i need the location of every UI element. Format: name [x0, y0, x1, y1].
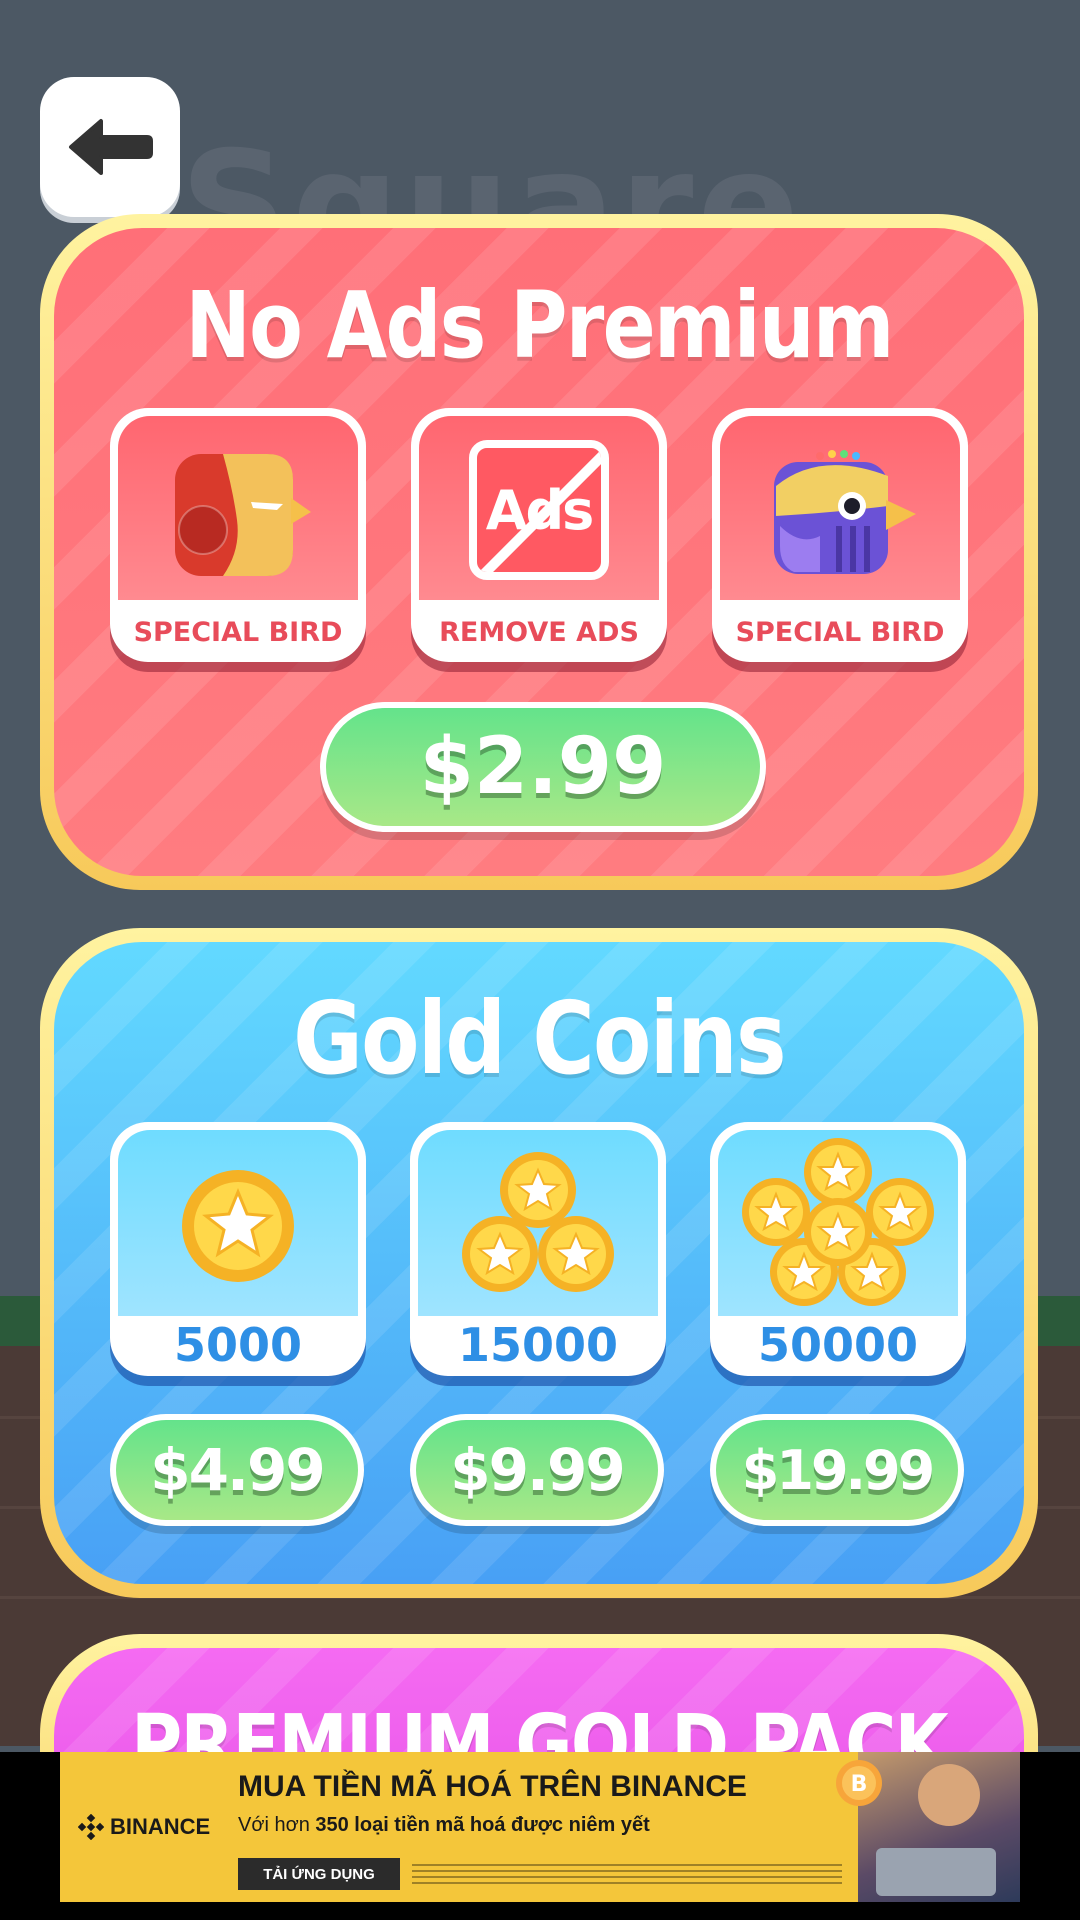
coin-pack-5000[interactable]: 5000 — [110, 1122, 366, 1376]
ad-subtext: Với hơn 350 loại tiền mã hoá được niêm y… — [238, 1814, 650, 1836]
ad-fine-print — [412, 1864, 842, 1884]
ad-photo: B — [836, 1752, 1020, 1902]
ad-banner[interactable]: BINANCE MUA TIỀN MÃ HOÁ TRÊN BINANCE Với… — [0, 1752, 1080, 1920]
coin-pack-amount-15000: 15000 — [457, 1318, 619, 1372]
binance-diamond-icon — [78, 1814, 104, 1840]
ad-headline: MUA TIỀN MÃ HOÁ TRÊN BINANCE — [238, 1770, 747, 1803]
binance-ad[interactable]: BINANCE MUA TIỀN MÃ HOÁ TRÊN BINANCE Với… — [60, 1752, 1020, 1902]
special-bird-card-1[interactable]: SPECIAL BIRD — [110, 408, 366, 662]
arrow-left-icon — [69, 119, 153, 175]
coin-pack-50000[interactable]: 50000 — [710, 1122, 966, 1376]
gold-coins-panel: Gold Coins 5000 15000 50000 $4.99 $9.99 … — [40, 928, 1038, 1598]
special-bird-card-2[interactable]: SPECIAL BIRD — [712, 408, 968, 662]
coin-pack-50000-price-button[interactable]: $19.99 — [710, 1414, 964, 1526]
no-ads-premium-title: No Ads Premium — [185, 272, 894, 379]
coin-pack-15000-price-button[interactable]: $9.99 — [410, 1414, 664, 1526]
armored-bird-icon — [175, 454, 311, 576]
three-coins-icon — [462, 1152, 614, 1292]
coin-pack-50000-price: $19.99 — [716, 1420, 958, 1520]
remove-ads-card[interactable]: Ads REMOVE ADS — [411, 408, 667, 662]
person-silhouette — [918, 1764, 980, 1826]
coin-pack-5000-price: $4.99 — [116, 1420, 358, 1520]
svg-text:B: B — [851, 1772, 868, 1797]
no-ads-icon: Ads — [469, 440, 609, 580]
binance-logo: BINANCE — [78, 1814, 210, 1840]
coin-pack-15000[interactable]: 15000 — [410, 1122, 666, 1376]
special-bird-label-1: SPECIAL BIRD — [133, 617, 343, 648]
coin-pack-amount-5000: 5000 — [173, 1318, 303, 1372]
coin-pack-amount-50000: 50000 — [757, 1318, 919, 1372]
no-ads-premium-panel: No Ads Premium SPECIAL BIRD Ads — [40, 214, 1038, 890]
single-coin-icon — [182, 1170, 294, 1282]
no-ads-price: $2.99 — [326, 708, 760, 826]
binance-brand: BINANCE — [110, 1814, 211, 1839]
special-bird-label-2: SPECIAL BIRD — [735, 617, 945, 648]
purple-bird-icon — [774, 450, 916, 574]
coin-pack-5000-price-button[interactable]: $4.99 — [110, 1414, 364, 1526]
coin-pack-15000-price: $9.99 — [416, 1420, 658, 1520]
download-app-button[interactable]: TẢI ỨNG DỤNG — [238, 1858, 400, 1890]
back-button[interactable] — [40, 77, 180, 217]
remove-ads-label: REMOVE ADS — [439, 617, 639, 648]
coin-pile-icon — [742, 1138, 934, 1306]
laptop-shape — [876, 1848, 996, 1896]
gold-coins-title: Gold Coins — [293, 980, 786, 1097]
no-ads-price-button[interactable]: $2.99 — [320, 702, 766, 832]
bitcoin-coin-icon: B — [836, 1760, 882, 1806]
